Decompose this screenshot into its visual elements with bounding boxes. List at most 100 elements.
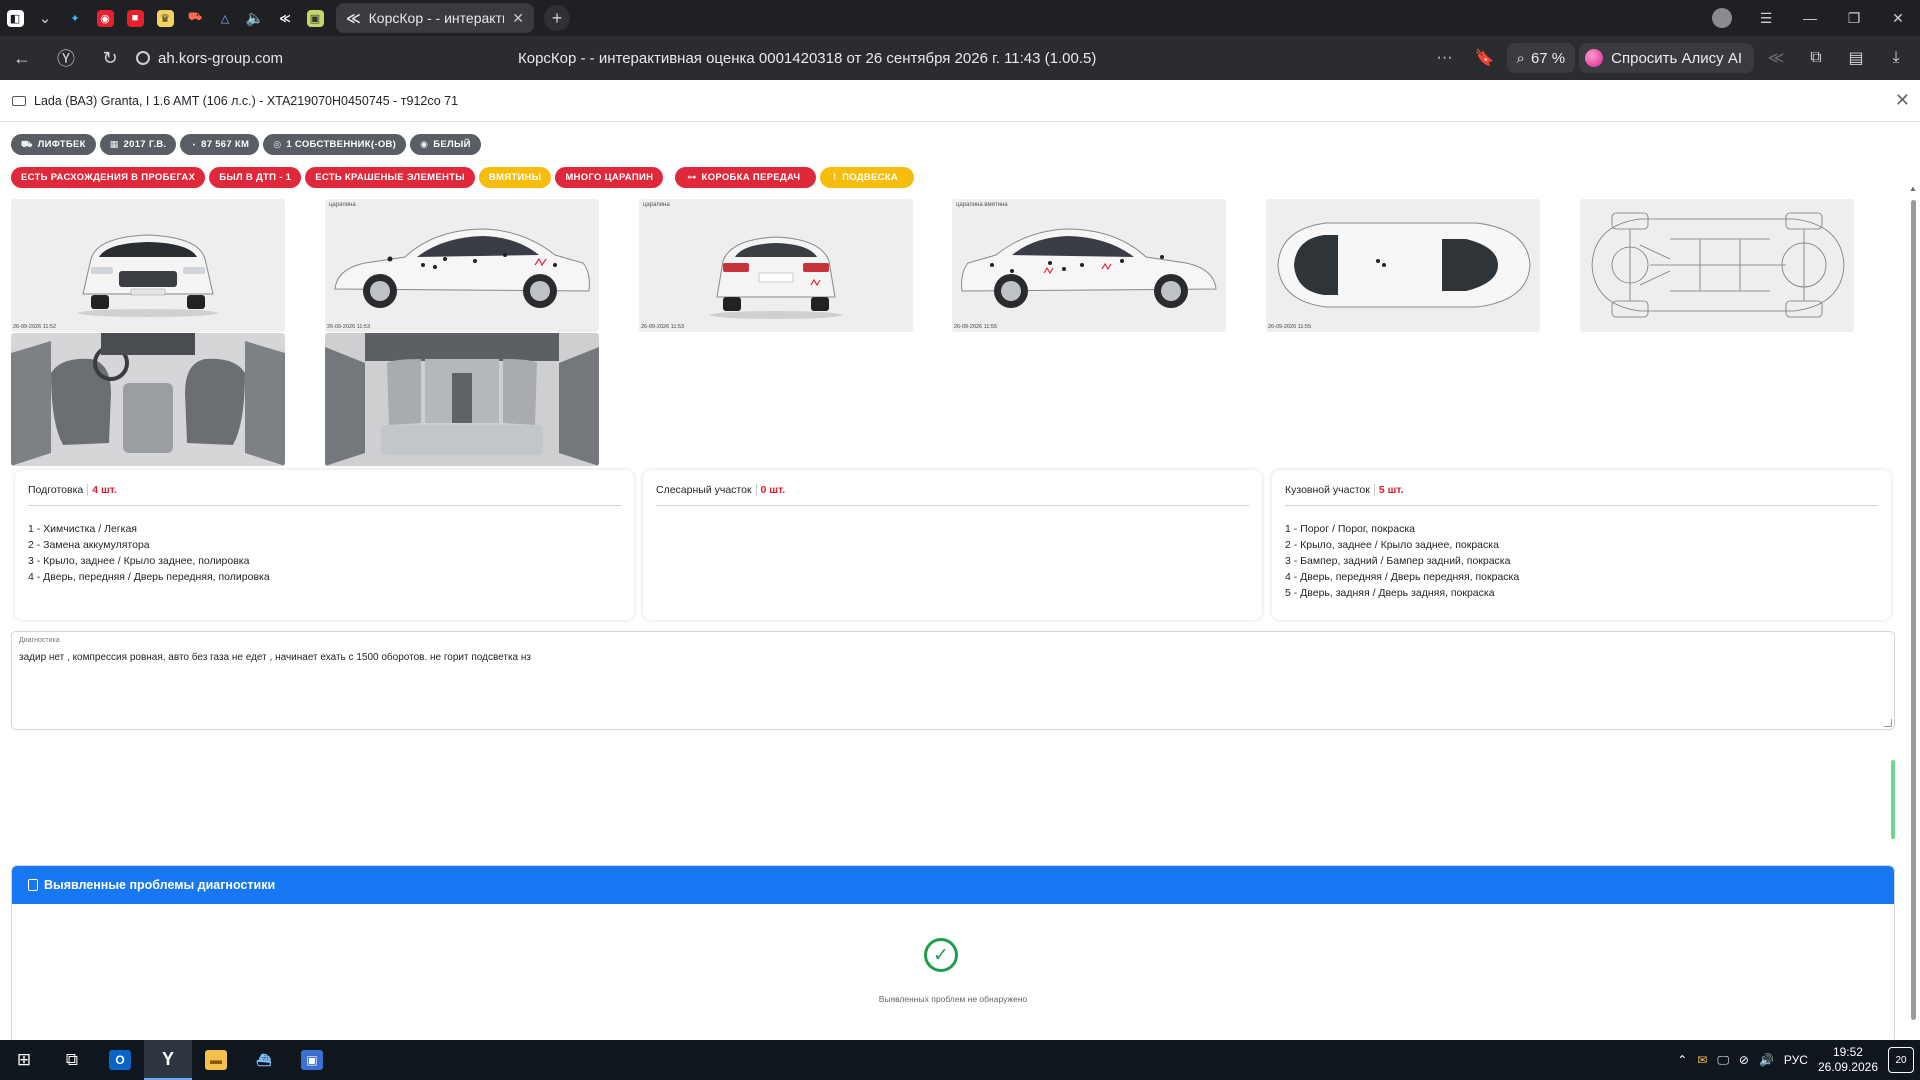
work-card-preparation: Подготовка 4 шт. 1 - Химчистка / Легкая … (15, 470, 634, 620)
calendar-icon: ▦ (109, 139, 119, 149)
pinned-tab-6[interactable]: △ (210, 0, 240, 36)
muted-speaker-icon[interactable]: 🔈 (240, 0, 270, 36)
pinned-tab-5[interactable]: ⛟ (180, 0, 210, 36)
ask-alice-button[interactable]: Спросить Алису AI (1579, 43, 1754, 73)
work-card-title: Кузовной участок (1285, 484, 1370, 496)
tray-expand-icon[interactable]: ⌃ (1677, 1053, 1687, 1067)
yandex-browser-taskbar-icon[interactable]: Y (144, 1040, 192, 1080)
scroll-up-icon[interactable]: ▲ (1909, 184, 1917, 193)
site-security-icon[interactable] (136, 51, 150, 65)
active-tab[interactable]: ≪ КорсКор - - интеракти ✕ (336, 3, 534, 33)
language-indicator[interactable]: РУС (1784, 1053, 1808, 1067)
scroll-indicator (1891, 760, 1895, 839)
scrollbar-thumb[interactable] (1911, 200, 1916, 1020)
close-window-button[interactable]: ✕ (1876, 0, 1920, 36)
start-button[interactable]: ⊞ (0, 1040, 48, 1080)
vehicle-info-badges: ⛟ ЛИФТБЕК ▦ 2017 Г.В. ◔ 87 567 КМ ◎ 1 СОБСТВ… (11, 134, 481, 155)
diagnostics-value: задир нет , компрессия ровная, авто без … (19, 652, 532, 663)
photo-rear[interactable]: царапина 26-09-2026 11:53 (639, 199, 913, 332)
page-content: Lada (ВАЗ) Granta, I 1.6 AMT (106 л.с.) … (0, 80, 1920, 1040)
app-taskbar-icon[interactable]: ⛴ (240, 1040, 288, 1080)
badge-owners: ◎ 1 СОБСТВЕННИК(-ОВ) (263, 134, 407, 155)
notifications-button[interactable]: 20 (1888, 1047, 1914, 1073)
badge-mileage-mismatch: ЕСТЬ РАСХОЖДЕНИЯ В ПРОБЕГАХ (11, 167, 206, 188)
extensions-icon[interactable]: ⧉ (1798, 36, 1834, 80)
photo-timestamp: 26-09-2026 11:53 (327, 324, 371, 330)
work-card-title: Подготовка (28, 484, 84, 496)
resize-handle-icon[interactable] (1884, 719, 1892, 727)
network-icon[interactable]: 🖵 (1717, 1053, 1729, 1068)
work-card-count: 4 шт. (87, 484, 117, 496)
badge-dents: ВМЯТИНЫ (478, 167, 552, 188)
address-bar: ← Ⓨ ↻ ah.kors-group.com КорсКор - - инте… (0, 36, 1920, 80)
diagnostics-label: Диагностика (19, 637, 60, 644)
work-card-list: 1 - Химчистка / Легкая 2 - Замена аккуму… (28, 521, 621, 585)
list-item: 3 - Крыло, заднее / Крыло заднее, полиро… (28, 555, 250, 567)
owner-icon: ◎ (273, 139, 282, 149)
file-explorer-taskbar-icon[interactable]: ▬ (192, 1040, 240, 1080)
photo-right-side[interactable]: царапина вмятина 26-09-2026 11:55 (952, 199, 1226, 332)
bookmark-icon[interactable]: 🔖 (1467, 36, 1503, 80)
browser-menu-icon[interactable]: ◧ (0, 0, 30, 36)
reload-button[interactable]: ↻ (88, 36, 132, 80)
restore-button[interactable]: ❐ (1832, 0, 1876, 36)
diagnostics-textarea[interactable]: Диагностика задир нет , компрессия ровна… (11, 631, 1895, 730)
kors-favicon-icon: ≪ (346, 9, 361, 26)
photo-left-side[interactable]: царапина 26-09-2026 11:53 (325, 199, 599, 332)
minimize-button[interactable]: — (1788, 0, 1832, 36)
tab-list-chevron-icon[interactable]: ⌄ (30, 0, 60, 36)
photo-interior-rear[interactable] (325, 333, 599, 466)
pinned-tab-2[interactable]: ◉ (90, 0, 120, 36)
zoom-button[interactable]: ⌕ 67 % (1506, 43, 1576, 73)
window-controls: ☰ — ❐ ✕ (1700, 0, 1920, 36)
photo-front[interactable]: 26-09-2026 11:52 (11, 199, 285, 332)
url-field[interactable]: ah.kors-group.com (136, 50, 283, 67)
clock-date: 26.09.2026 (1817, 1060, 1878, 1074)
badge-mileage: ◔ 87 567 КМ (180, 134, 260, 155)
pinned-tab-3[interactable]: ■ (120, 0, 150, 36)
close-modal-icon[interactable]: ✕ (1895, 90, 1910, 111)
photo-timestamp: 26-09-2026 11:53 (641, 324, 685, 330)
pinned-tab-kors[interactable]: ≪ (270, 0, 300, 36)
eye-icon: ◉ (420, 139, 429, 149)
badge-gearbox: ⊶ КОРОБКА ПЕРЕДАЧ (675, 167, 817, 188)
wifi-off-icon[interactable]: ⊘ (1739, 1053, 1749, 1067)
collections-icon[interactable]: ▤ (1838, 36, 1874, 80)
list-item: 2 - Замена аккумулятора (28, 539, 150, 551)
back-button[interactable]: ← (0, 36, 44, 80)
photo-top[interactable]: 26-09-2026 11:55 (1266, 199, 1540, 332)
photo-damage-tag: царапина вмятина (956, 202, 1008, 208)
clock-time: 19:52 (1832, 1045, 1863, 1059)
photo-interior-front[interactable] (11, 333, 285, 466)
task-view-button[interactable]: ⧉ (48, 1040, 96, 1080)
new-tab-button[interactable]: + (544, 5, 570, 31)
suspension-icon: ⌇ (832, 172, 838, 182)
yandex-button[interactable]: Ⓨ (44, 36, 88, 80)
close-tab-icon[interactable]: ✕ (512, 10, 524, 27)
downloads-icon[interactable]: ⤓ (1878, 36, 1914, 80)
pinned-tab-4[interactable]: ♛ (150, 0, 180, 36)
pinned-tab-8[interactable]: ▣ (300, 0, 330, 36)
work-card-header: Подготовка 4 шт. (28, 484, 621, 506)
page-scrollbar[interactable]: ▲ ▼ (1906, 180, 1920, 1040)
problems-title: Выявленные проблемы диагностики (44, 878, 276, 892)
clock[interactable]: 19:52 26.09.2026 (1818, 1045, 1878, 1075)
kors-extension-icon[interactable]: ≪ (1758, 36, 1794, 80)
photo-underbody[interactable] (1580, 199, 1854, 332)
outlook-taskbar-icon[interactable]: O (96, 1040, 144, 1080)
list-item: 2 - Крыло, заднее / Крыло заднее, покрас… (1285, 539, 1499, 551)
badge-body-type: ⛟ ЛИФТБЕК (11, 134, 96, 155)
badge-suspension: ⌇ ПОДВЕСКА (820, 167, 915, 188)
profile-button[interactable] (1700, 0, 1744, 36)
zoom-level: 67 % (1530, 49, 1566, 67)
work-card-body-shop: Кузовной участок 5 шт. 1 - Порог / Порог… (1272, 470, 1891, 620)
vehicle-status-badges: ЕСТЬ РАСХОЖДЕНИЯ В ПРОБЕГАХ БЫЛ В ДТП - … (11, 167, 915, 188)
more-options-icon[interactable]: ··· (1427, 36, 1463, 80)
browser-menu-button[interactable]: ☰ (1744, 0, 1788, 36)
pinned-tab-1[interactable]: ✦ (60, 0, 90, 36)
volume-icon[interactable]: 🔊 (1759, 1053, 1774, 1067)
remote-desktop-taskbar-icon[interactable]: ▣ (288, 1040, 336, 1080)
alice-icon (1585, 49, 1604, 67)
mail-tray-icon[interactable]: ✉ (1697, 1053, 1707, 1067)
photo-timestamp: 26-09-2026 11:55 (954, 324, 998, 330)
